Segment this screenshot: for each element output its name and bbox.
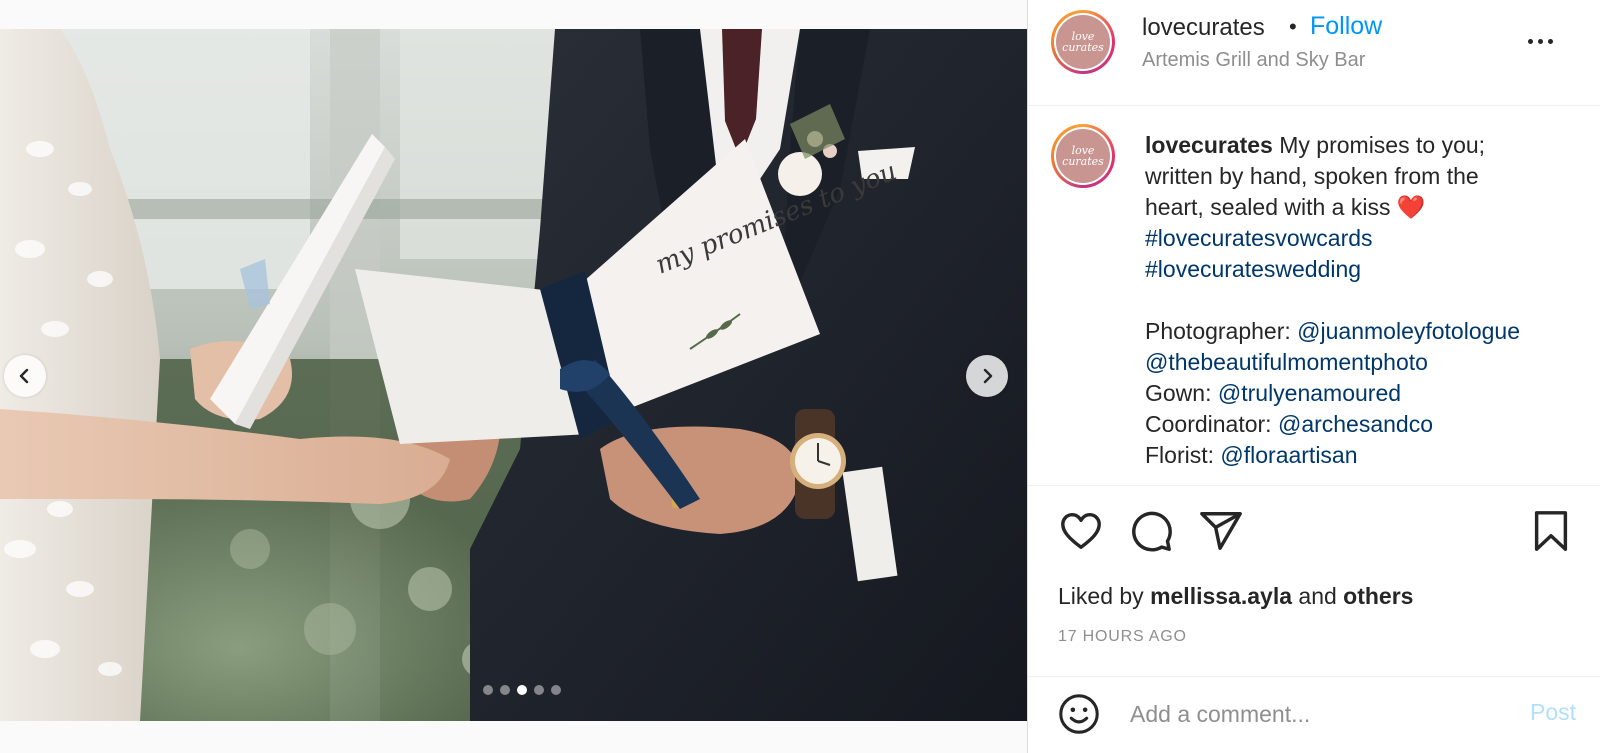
credit-label: Florist: [1145,442,1221,468]
mention-link[interactable]: @thebeautifulmomentphoto [1145,349,1428,375]
heart-icon [1061,512,1101,550]
separator-dot: • [1289,14,1297,39]
caption-line-text: heart, sealed with a kiss [1145,194,1391,220]
avatar[interactable]: love curates [1051,10,1115,74]
likes-middle: and [1292,583,1344,609]
more-dot-icon [1527,38,1533,44]
avatar-ring: love curates [1054,13,1112,71]
mention-link[interactable]: @archesandco [1278,411,1433,437]
follow-button[interactable]: Follow [1310,12,1382,41]
credit-label: Coordinator: [1145,411,1278,437]
action-bar [1028,486,1600,556]
emoji-picker-button[interactable] [1056,691,1102,737]
previous-photo-button[interactable] [4,355,46,397]
hashtag-link[interactable]: #lovecuratesvowcards [1145,225,1373,251]
caption-line-text: written by hand, spoken from the [1145,163,1479,189]
liked-by-user-link[interactable]: mellissa.ayla [1150,583,1292,609]
share-icon [1200,512,1242,550]
caption-section: love curates lovecurates My promises to … [1028,106,1600,486]
post-username[interactable]: lovecurates [1142,14,1265,42]
caption-line-text: My promises to you; [1279,132,1486,158]
likes-others-link[interactable]: others [1343,583,1413,609]
carousel-indicator [0,685,1027,695]
red-heart-emoji: ❤️ [1396,194,1426,220]
wedding-vows-photo: my promises to you [0,29,1027,721]
credit-line: @thebeautifulmomentphoto [1145,347,1585,378]
carousel-dot [482,685,493,695]
more-dot-icon [1547,38,1553,44]
likes-summary: Liked by mellissa.ayla and others [1058,583,1413,610]
more-dot-icon [1537,38,1543,44]
credit-line: Photographer: @juanmoleyfotologue [1145,316,1585,347]
credit-line: Florist: @floraartisan [1145,440,1585,471]
carousel-dot-active [516,685,527,695]
carousel-dot [550,685,561,695]
caption-line: heart, sealed with a kiss ❤️ [1145,192,1585,223]
caption-line: #lovecuratesvowcards [1145,223,1585,254]
mention-link[interactable]: @trulyenamoured [1218,380,1401,406]
smiley-icon [1059,694,1099,734]
comment-button[interactable] [1128,508,1174,554]
share-button[interactable] [1198,508,1244,554]
caption-line: #lovecurateswedding [1145,254,1585,285]
carousel-dot [499,685,510,695]
post-comment-button[interactable]: Post [1530,699,1576,726]
caption-text: lovecurates My promises to you; written … [1145,130,1585,471]
comment-bar: Post [1028,676,1600,753]
hashtag-link[interactable]: #lovecurateswedding [1145,256,1361,282]
likes-prefix: Liked by [1058,583,1151,609]
post-media: my promises to you [0,0,1027,753]
caption-avatar[interactable]: love curates [1051,124,1115,188]
credit-label: Photographer: [1145,318,1298,344]
avatar-logo: love curates [1056,15,1110,69]
credit-line: Gown: @trulyenamoured [1145,378,1585,409]
credit-line: Coordinator: @archesandco [1145,409,1585,440]
chevron-right-icon [983,368,993,384]
mention-link[interactable]: @floraartisan [1220,442,1357,468]
post-timestamp[interactable]: 17 HOURS AGO [1058,628,1187,646]
comment-icon [1132,511,1172,552]
mention-link[interactable]: @juanmoleyfotologue [1297,318,1520,344]
like-button[interactable] [1058,508,1104,554]
post-photo[interactable]: my promises to you [0,29,1027,721]
caption-line: lovecurates My promises to you; [1145,130,1585,161]
carousel-dot [533,685,544,695]
comment-input[interactable] [1128,693,1512,735]
post-location[interactable]: Artemis Grill and Sky Bar [1142,49,1365,72]
bookmark-icon [1534,511,1568,551]
credit-label: Gown: [1145,380,1218,406]
chevron-left-icon [19,368,29,384]
caption-username[interactable]: lovecurates [1145,132,1273,158]
more-options-button[interactable] [1520,26,1560,56]
post-header: love curates lovecurates • Follow Artemi… [1028,0,1600,106]
avatar-ring: love curates [1054,127,1112,185]
next-photo-button[interactable] [966,355,1008,397]
avatar-logo: love curates [1056,129,1110,183]
post-details-panel: love curates lovecurates • Follow Artemi… [1027,0,1600,753]
save-button[interactable] [1528,508,1574,554]
